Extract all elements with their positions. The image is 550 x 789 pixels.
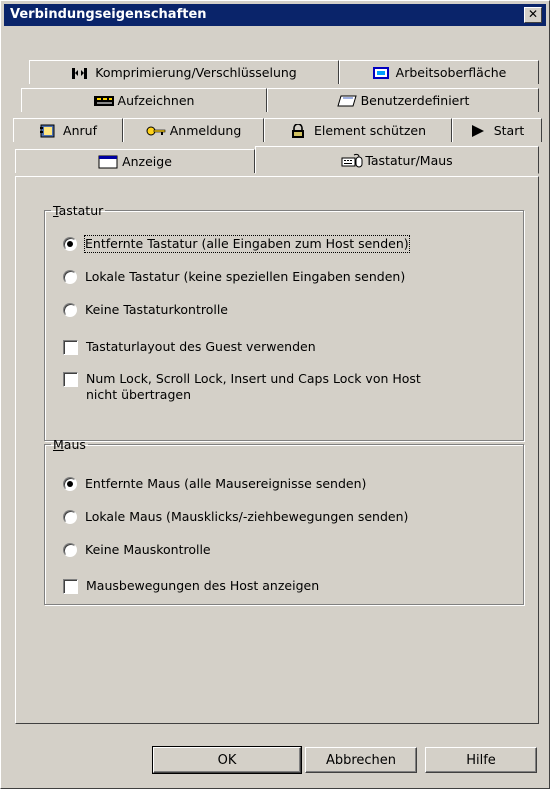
radio-label: Keine Mauskontrolle	[85, 542, 211, 557]
play-icon	[470, 124, 488, 138]
mouse-group: Maus Entfernte Maus (alle Mausereignisse…	[44, 437, 524, 605]
close-button[interactable]: ✕	[524, 7, 542, 23]
radio-button-checked[interactable]	[63, 477, 77, 491]
title-bar: Verbindungseigenschaften ✕	[4, 4, 546, 26]
desktop-icon	[372, 66, 390, 80]
tab-label: Start	[493, 123, 525, 138]
keyboard-mouse-icon	[341, 153, 363, 168]
tab-label: Benutzerdefiniert	[360, 93, 470, 108]
ok-label: OK	[217, 752, 237, 768]
radio-button[interactable]	[63, 543, 77, 557]
checkbox-lock-keys[interactable]: Num Lock, Scroll Lock, Insert und Caps L…	[63, 371, 421, 403]
window-title: Verbindungseigenschaften	[10, 7, 207, 22]
radio-local-keyboard[interactable]: Lokale Tastatur (keine speziellen Eingab…	[63, 269, 405, 285]
tab-arbeitsoberflaeche[interactable]: Arbeitsoberfläche	[339, 60, 539, 84]
tab-anzeige[interactable]: Anzeige	[15, 149, 255, 173]
phonebook-icon	[39, 124, 57, 138]
tab-label: Anruf	[63, 123, 97, 138]
tab-tastatur-maus[interactable]: Tastatur/Maus	[255, 146, 539, 174]
radio-button[interactable]	[63, 303, 77, 317]
tab-label: Komprimierung/Verschlüsselung	[95, 65, 297, 80]
radio-label: Lokale Maus (Mausklicks/-ziehbewegungen …	[85, 509, 409, 524]
keyboard-group-legend: Tastatur	[53, 203, 104, 218]
lock-icon	[290, 122, 308, 138]
tab-anruf[interactable]: Anruf	[13, 118, 123, 142]
checkbox[interactable]	[63, 340, 78, 355]
checkbox[interactable]	[63, 579, 78, 594]
checkbox-label: Mausbewegungen des Host anzeigen	[86, 578, 320, 593]
radio-label: Entfernte Maus (alle Mausereignisse send…	[85, 476, 367, 491]
radio-label: Keine Tastaturkontrolle	[85, 302, 228, 317]
tab-aufzeichnen[interactable]: Aufzeichnen	[21, 88, 267, 112]
checkbox-label: Tastaturlayout des Guest verwenden	[86, 339, 316, 354]
radio-remote-keyboard[interactable]: Entfernte Tastatur (alle Eingaben zum Ho…	[63, 235, 410, 253]
radio-button-checked[interactable]	[63, 237, 77, 251]
radio-no-keyboard-control[interactable]: Keine Tastaturkontrolle	[63, 302, 228, 318]
radio-no-mouse-control[interactable]: Keine Mauskontrolle	[63, 542, 211, 558]
custom-icon	[336, 94, 357, 108]
ok-button[interactable]: OK	[152, 746, 302, 774]
help-button[interactable]: Hilfe	[425, 747, 537, 773]
help-label: Hilfe	[466, 752, 496, 768]
key-icon	[146, 124, 166, 138]
radio-label: Entfernte Tastatur (alle Eingaben zum Ho…	[84, 235, 410, 253]
checkbox-guest-layout[interactable]: Tastaturlayout des Guest verwenden	[63, 339, 316, 355]
display-icon	[98, 155, 118, 169]
tab-label: Anzeige	[122, 154, 172, 169]
tab-label: Arbeitsoberfläche	[395, 65, 507, 80]
radio-remote-mouse[interactable]: Entfernte Maus (alle Mausereignisse send…	[63, 476, 366, 492]
close-icon: ✕	[527, 7, 539, 21]
compression-icon	[71, 66, 89, 80]
tab-label: Element schützen	[313, 123, 427, 138]
tab-label: Anmeldung	[169, 123, 242, 138]
tab-benutzerdefiniert[interactable]: Benutzerdefiniert	[267, 88, 539, 112]
checkbox-show-host-mouse[interactable]: Mausbewegungen des Host anzeigen	[63, 578, 319, 594]
checkbox-label: Num Lock, Scroll Lock, Insert und Caps L…	[86, 371, 421, 402]
tab-anmeldung[interactable]: Anmeldung	[123, 118, 264, 142]
radio-label: Lokale Tastatur (keine speziellen Eingab…	[85, 269, 406, 284]
tab-label: Aufzeichnen	[117, 93, 195, 108]
cancel-label: Abbrechen	[325, 752, 397, 768]
radio-button[interactable]	[63, 510, 77, 524]
dialog-window: Verbindungseigenschaften ✕ Komprimierung…	[0, 0, 550, 789]
tab-komprimierung[interactable]: Komprimierung/Verschlüsselung	[29, 60, 339, 84]
tab-panel: Tastatur Entfernte Tastatur (alle Eingab…	[15, 176, 539, 724]
record-icon	[93, 94, 114, 108]
cancel-button[interactable]: Abbrechen	[305, 747, 417, 773]
radio-local-mouse[interactable]: Lokale Maus (Mausklicks/-ziehbewegungen …	[63, 509, 408, 525]
tab-start[interactable]: Start	[452, 118, 542, 142]
tab-label: Tastatur/Maus	[365, 152, 453, 168]
tab-element-schuetzen[interactable]: Element schützen	[264, 118, 452, 142]
radio-button[interactable]	[63, 270, 77, 284]
checkbox[interactable]	[63, 372, 78, 387]
mouse-group-legend: Maus	[53, 437, 86, 452]
keyboard-group: Tastatur Entfernte Tastatur (alle Eingab…	[44, 203, 524, 441]
